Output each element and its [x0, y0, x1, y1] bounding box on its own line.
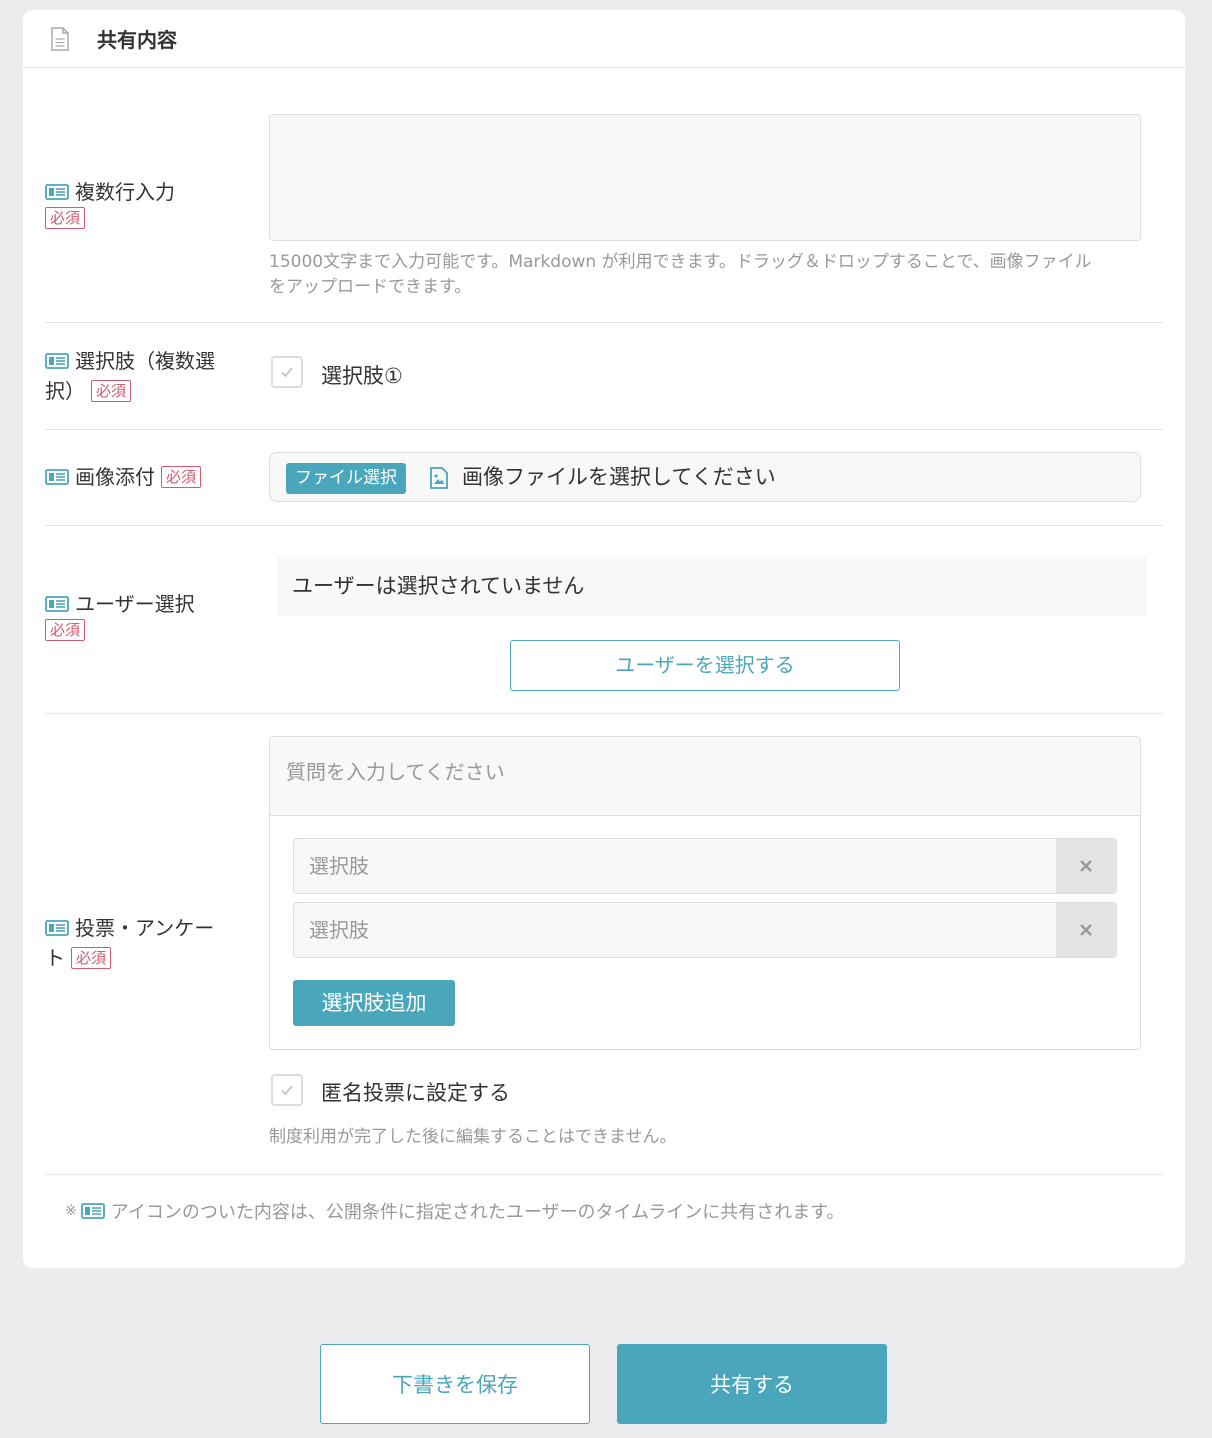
image-file-icon	[430, 467, 448, 489]
remove-option-button[interactable]	[1056, 903, 1116, 957]
required-badge: 必須	[45, 619, 86, 641]
timeline-share-icon	[45, 469, 69, 485]
image-file-placeholder: 画像ファイルを選択してください	[462, 465, 776, 489]
timeline-share-icon	[45, 920, 69, 936]
document-icon	[51, 26, 69, 51]
footer-note-mark: ※	[65, 1203, 77, 1219]
multiline-label: 複数行入力 必須	[45, 177, 175, 229]
image-file-field[interactable]: ファイル選択 画像ファイルを選択してください	[269, 452, 1141, 502]
user-label-text: ユーザー選択	[75, 592, 195, 616]
user-label: ユーザー選択 必須	[45, 589, 195, 641]
choice-label: 選択肢（複数選 択） 必須	[45, 346, 215, 406]
select-user-button[interactable]: ユーザーを選択する	[510, 640, 900, 691]
multiline-textarea[interactable]	[269, 114, 1141, 241]
poll-option-input[interactable]: 選択肢	[293, 838, 1117, 894]
add-option-button[interactable]: 選択肢追加	[293, 980, 455, 1026]
poll-label-text-2: ト	[45, 946, 65, 970]
file-select-button[interactable]: ファイル選択	[286, 463, 406, 494]
choice-option-label[interactable]: 選択肢①	[321, 360, 403, 390]
required-badge: 必須	[71, 947, 112, 969]
selected-users-box: ユーザーは選択されていません	[277, 556, 1147, 616]
multiline-help: 15000文字まで入力可能です。Markdown が利用できます。ドラッグ＆ドロ…	[269, 250, 1092, 300]
poll-editor: 質問を入力してください 選択肢 選択肢 選択肢追加	[269, 736, 1141, 1050]
anonymous-checkbox[interactable]	[271, 1074, 303, 1106]
poll-label: 投票・アンケー ト 必須	[45, 913, 214, 973]
close-icon	[1080, 924, 1092, 936]
check-icon	[281, 1085, 293, 1096]
multiline-help-line1: 15000文字まで入力可能です。Markdown が利用できます。ドラッグ＆ドロ…	[269, 252, 1092, 272]
remove-option-button[interactable]	[1056, 839, 1116, 893]
anonymous-label[interactable]: 匿名投票に設定する	[321, 1077, 510, 1107]
card-header: 共有内容	[23, 10, 1185, 68]
multiline-help-line2: をアップロードできます。	[269, 277, 472, 297]
required-badge: 必須	[45, 207, 86, 229]
timeline-share-icon	[80, 1203, 105, 1219]
card-title: 共有内容	[97, 28, 177, 52]
poll-option-input[interactable]: 選択肢	[293, 902, 1117, 958]
check-icon	[281, 367, 293, 378]
timeline-share-icon	[45, 596, 69, 612]
image-label: 画像添付 必須	[45, 462, 202, 492]
image-label-text: 画像添付	[75, 465, 155, 489]
poll-label-text-1: 投票・アンケー	[75, 916, 215, 940]
poll-option-placeholder: 選択肢	[309, 918, 369, 942]
multiline-label-text: 複数行入力	[75, 180, 175, 204]
close-icon	[1080, 860, 1092, 872]
poll-option-placeholder: 選択肢	[309, 854, 369, 878]
timeline-share-icon	[45, 353, 69, 369]
required-badge: 必須	[91, 380, 132, 402]
poll-note: 制度利用が完了した後に編集することはできません。	[269, 1127, 677, 1147]
choice-checkbox[interactable]	[271, 356, 303, 388]
shared-content-card: 共有内容 複数行入力 必須 15000文字まで入力可能です。Markdown が…	[23, 10, 1185, 1268]
share-button[interactable]: 共有する	[617, 1344, 887, 1424]
choice-label-text-1: 選択肢（複数選	[75, 349, 215, 373]
choice-label-text-2: 択）	[45, 379, 85, 403]
save-draft-button[interactable]: 下書きを保存	[320, 1344, 590, 1424]
timeline-share-icon	[45, 184, 69, 200]
footer-note-text: アイコンのついた内容は、公開条件に指定されたユーザーのタイムラインに共有されます…	[110, 1202, 845, 1223]
footer-note: ※ アイコンのついた内容は、公開条件に指定されたユーザーのタイムラインに共有され…	[65, 1198, 844, 1224]
poll-question-input[interactable]: 質問を入力してください	[270, 737, 1140, 816]
required-badge: 必須	[161, 466, 202, 488]
